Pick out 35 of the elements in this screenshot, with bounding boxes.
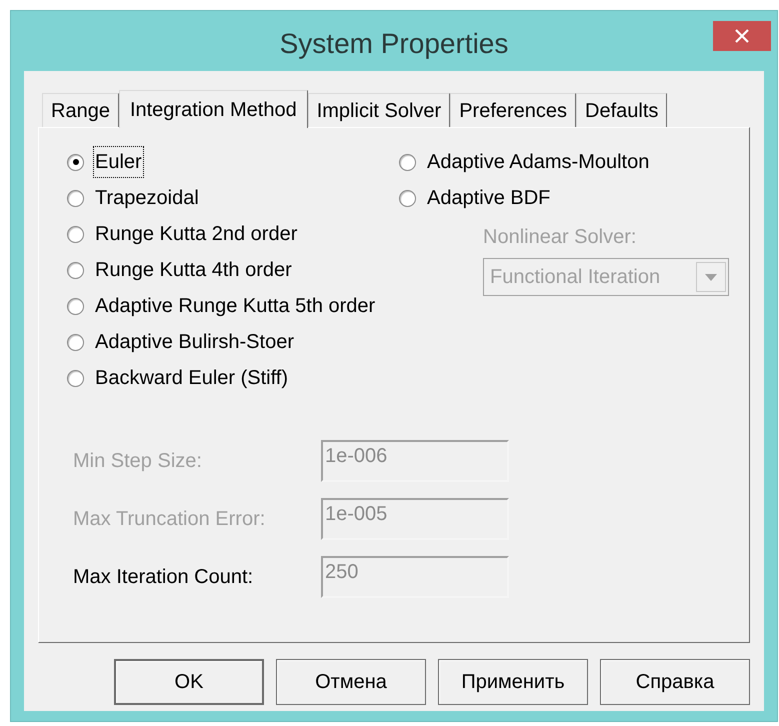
radio-label: Adaptive Bulirsh-Stoer [94, 330, 295, 355]
dialog-button[interactable]: Отмена [276, 659, 426, 705]
radio-label: Trapezoidal [94, 186, 200, 211]
field-label: Max Truncation Error: [73, 507, 266, 532]
tab[interactable]: Preferences [450, 93, 576, 127]
radio-label: Runge Kutta 2nd order [94, 222, 298, 247]
dialog-button[interactable]: OK [114, 659, 264, 705]
radio-button[interactable] [399, 190, 416, 206]
tab[interactable]: Defaults [576, 93, 668, 127]
radio-button[interactable] [67, 334, 84, 350]
field-label: Max Iteration Count: [73, 565, 254, 590]
radio-button[interactable] [67, 154, 84, 170]
dropdown-caret-icon [696, 262, 726, 292]
field-label: Nonlinear Solver: [483, 225, 638, 250]
radio-button[interactable] [67, 298, 84, 314]
radio-label: Adaptive Adams-Moulton [426, 150, 650, 175]
radio-button[interactable] [67, 190, 84, 206]
dialog-button[interactable]: Применить [438, 659, 588, 705]
radio-label: Euler [94, 147, 143, 177]
close-button[interactable] [713, 21, 771, 51]
tab[interactable]: Integration Method [118, 90, 308, 128]
radio-button[interactable] [67, 262, 84, 278]
tab[interactable]: Implicit Solver [308, 93, 450, 127]
radio-button[interactable] [399, 154, 416, 170]
tab[interactable]: Range [42, 93, 119, 127]
radio-label: Backward Euler (Stiff) [94, 366, 290, 391]
radio-label: Runge Kutta 4th order [94, 258, 293, 283]
dialog-button[interactable]: Справка [600, 659, 750, 705]
radio-button[interactable] [67, 226, 84, 242]
close-icon [735, 29, 749, 43]
radio-button[interactable] [67, 370, 84, 386]
radio-label: Adaptive Runge Kutta 5th order [94, 294, 376, 319]
field-label: Min Step Size: [73, 449, 203, 474]
radio-label: Adaptive BDF [426, 186, 552, 211]
window-title: System Properties [280, 27, 508, 61]
